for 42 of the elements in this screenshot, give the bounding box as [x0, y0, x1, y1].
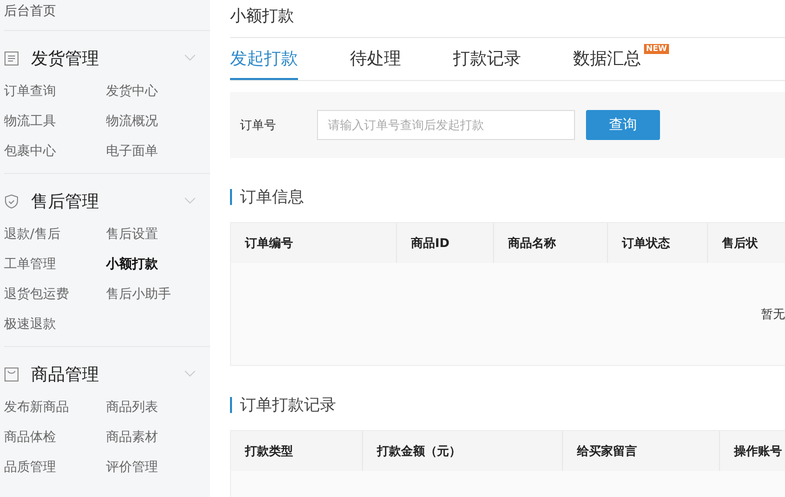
empty-text: 暂无: [761, 306, 785, 322]
chevron-icon[interactable]: [184, 370, 196, 378]
chevron-icon[interactable]: [184, 197, 196, 205]
shield-check-icon: [4, 194, 19, 208]
sidebar-item[interactable]: 电子面单: [106, 137, 158, 167]
new-badge: NEW: [644, 44, 669, 54]
group-title[interactable]: 发货管理: [31, 46, 184, 70]
page-title: 小额打款: [230, 6, 294, 27]
sidebar-item[interactable]: 品质管理: [4, 453, 56, 483]
sidebar-item[interactable]: 售后小助手: [106, 280, 171, 310]
list-icon: [4, 50, 19, 66]
group-title[interactable]: 售后管理: [31, 190, 184, 212]
column-header: 售后状: [721, 235, 759, 252]
sidebar-item[interactable]: 退款/售后: [4, 220, 60, 250]
sidebar-item[interactable]: 工单管理: [4, 250, 56, 280]
order-number-field[interactable]: 请输入订单号查询后发起打款: [317, 110, 575, 140]
sidebar-item[interactable]: 物流工具: [4, 107, 56, 137]
sidebar-item[interactable]: 发货中心: [106, 77, 158, 107]
sidebar-item[interactable]: 物流概况: [106, 107, 158, 137]
sidebar-item[interactable]: 售后设置: [106, 220, 158, 250]
column-header: 操作账号: [732, 443, 783, 460]
sidebar-item[interactable]: 包裹中心: [4, 137, 56, 167]
tab[interactable]: 发起打款: [230, 38, 298, 80]
sidebar-item[interactable]: 小额打款: [106, 250, 158, 280]
sidebar-item[interactable]: 商品素材: [106, 423, 158, 453]
section-title: 订单信息: [240, 186, 304, 208]
tab[interactable]: 打款记录: [453, 38, 521, 80]
tab[interactable]: 待处理: [350, 38, 401, 80]
sidebar-item[interactable]: 极速退款: [4, 310, 56, 340]
bag-icon: [4, 366, 19, 382]
sidebar-item[interactable]: 发布新商品: [4, 393, 69, 423]
query-button[interactable]: 查询: [586, 110, 660, 140]
field-label: 订单号: [240, 116, 277, 134]
sidebar-item[interactable]: 退货包运费: [4, 280, 69, 310]
sidebar-item[interactable]: 商品体检: [4, 423, 56, 453]
section-title: 订单打款记录: [240, 394, 336, 416]
sidebar-item[interactable]: 商品列表: [106, 393, 158, 423]
chevron-icon[interactable]: [184, 54, 196, 62]
sidebar-item[interactable]: 订单查询: [4, 77, 56, 107]
sidebar-item[interactable]: 后台首页: [4, 0, 56, 24]
sidebar-item[interactable]: 评价管理: [106, 453, 158, 483]
group-title[interactable]: 商品管理: [31, 362, 184, 386]
